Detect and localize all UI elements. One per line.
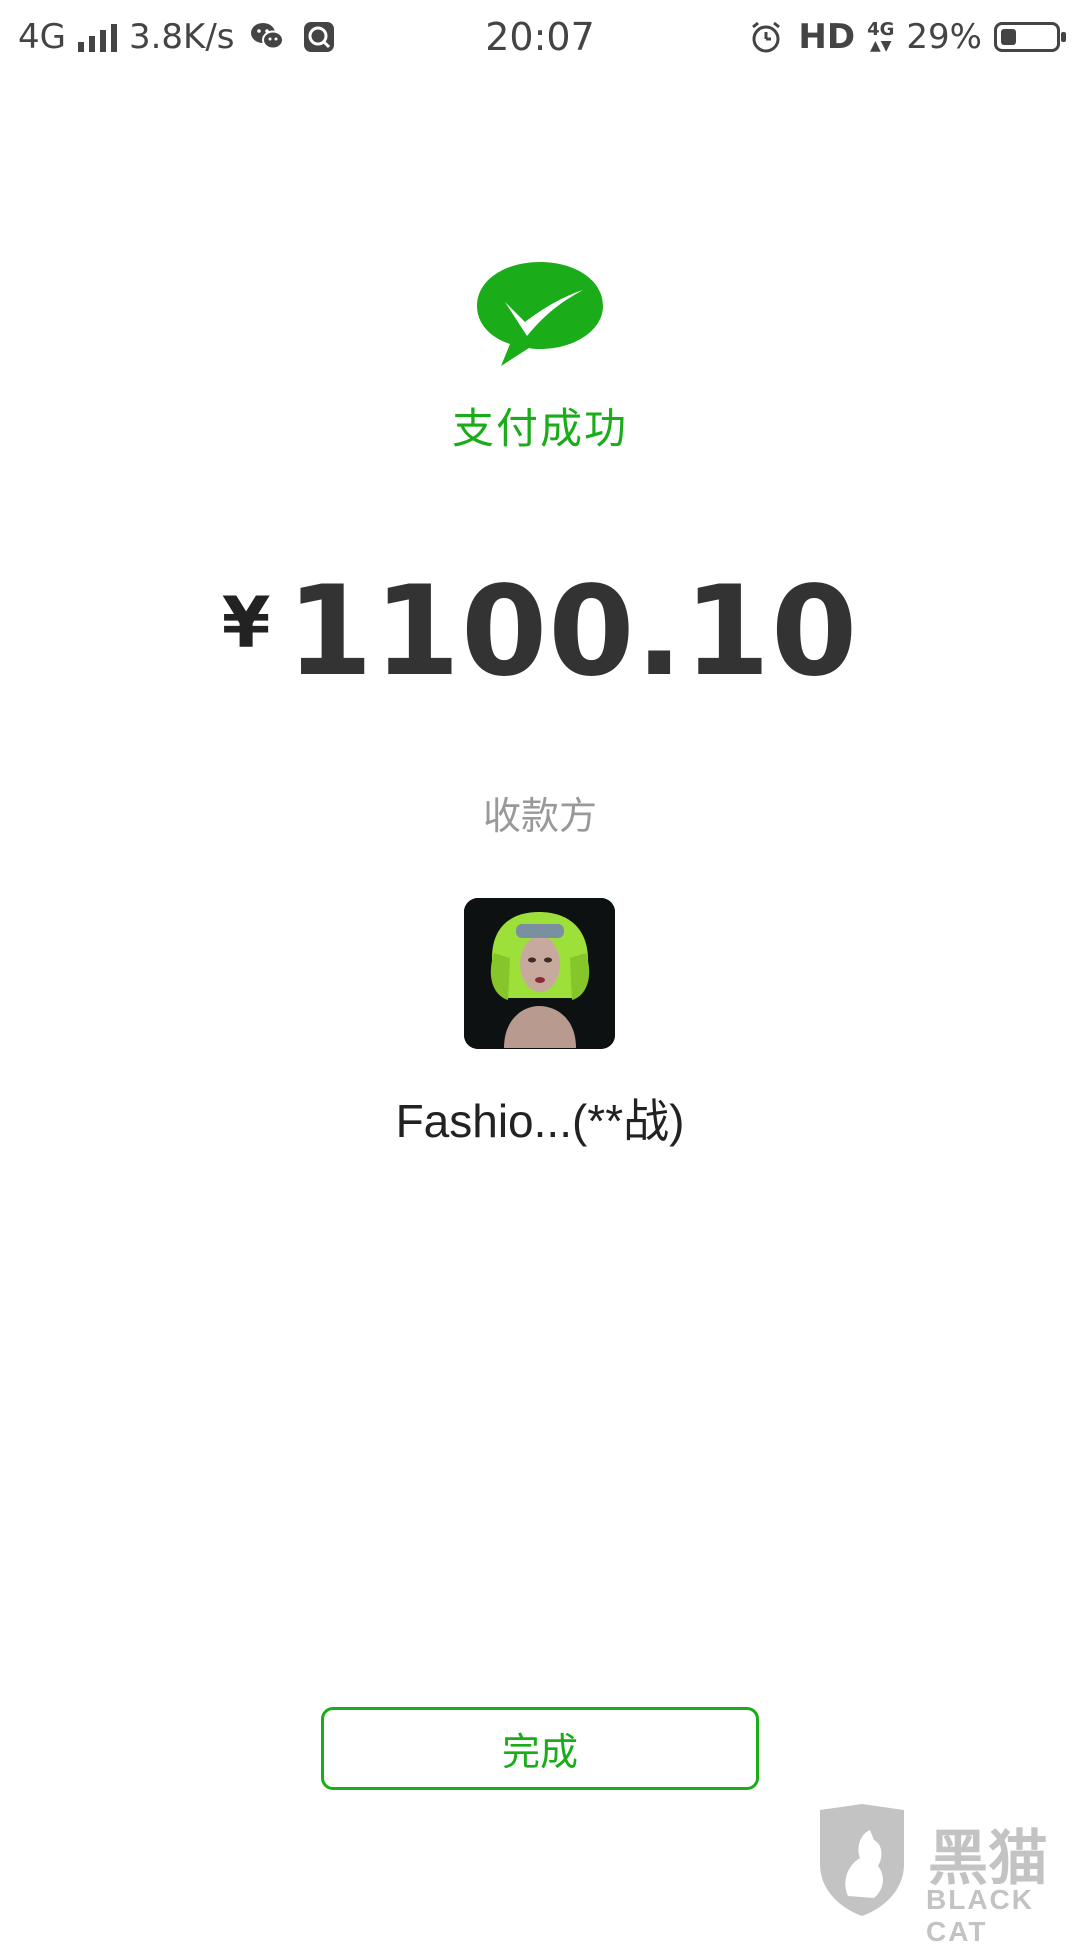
network-type-small: 4G	[867, 19, 895, 40]
payment-amount: ¥ 1100.10	[0, 560, 1080, 704]
currency-symbol: ¥	[221, 582, 271, 664]
hd-indicator: HD	[798, 17, 856, 57]
watermark-brand-en: BLACK CAT	[926, 1884, 1034, 1947]
battery-percent: 29%	[906, 17, 982, 57]
payee-avatar	[464, 898, 615, 1049]
done-button[interactable]: 完成	[321, 1707, 759, 1790]
payment-status: 支付成功	[451, 404, 628, 453]
payee-label: 收款方	[482, 794, 597, 838]
cat-shield-icon	[820, 1804, 904, 1916]
battery-icon	[994, 22, 1066, 52]
arrows-glyph: ▲▼	[869, 38, 892, 54]
battery-fill	[1001, 29, 1016, 45]
blackcat-watermark: 黑猫 BLACK CAT	[808, 1802, 1080, 1947]
amount-value: 1100.10	[286, 560, 859, 704]
wechat-pay-success-icon	[477, 262, 603, 366]
status-bar-right: HD 4G ▲▼ 29%	[746, 12, 1066, 62]
status-bar: 4G 3.8K/s 20:07 HD 4G ▲▼ 29%	[0, 0, 1080, 76]
payee-name: Fashio...(**战)	[395, 1095, 685, 1147]
alarm-icon	[746, 17, 786, 57]
data-arrows-icon: 4G ▲▼	[867, 19, 895, 54]
